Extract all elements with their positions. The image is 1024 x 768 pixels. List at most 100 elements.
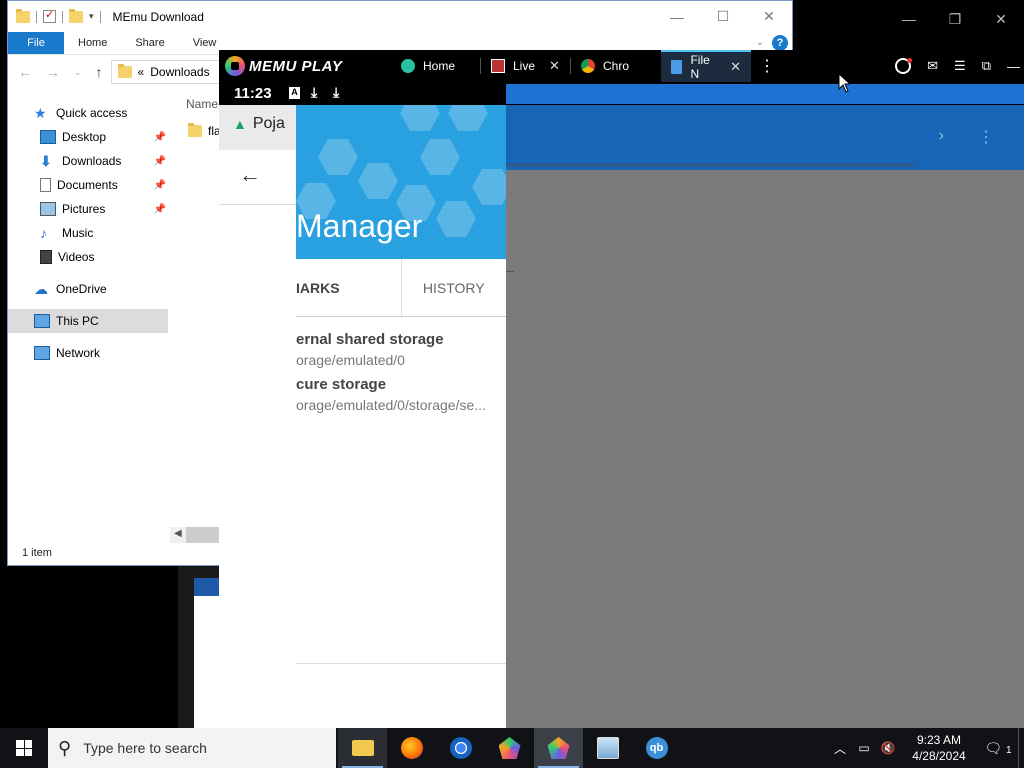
notification-center[interactable]: 🗨 1	[978, 740, 1018, 757]
forward-arrow-icon[interactable]: →	[46, 64, 60, 80]
close-tab-icon[interactable]: ✕	[730, 59, 741, 75]
nav-label: Documents	[57, 178, 118, 192]
tab-label: Chro	[603, 59, 630, 73]
nav-onedrive[interactable]: ☁ OneDrive	[8, 277, 168, 301]
tab-share[interactable]: Share	[121, 32, 178, 54]
tab-file-manager[interactable]: File N ✕	[661, 50, 751, 82]
scroll-left-icon[interactable]: ◀	[174, 528, 182, 539]
taskbar-memu-multi[interactable]	[485, 728, 534, 768]
pin-icon: 📌	[153, 179, 166, 191]
nav-this-pc[interactable]: This PC	[8, 309, 168, 333]
storage-name: cure storage	[296, 376, 387, 393]
restore-icon[interactable]: ❐	[932, 0, 978, 38]
chevron-right-icon[interactable]: ›	[939, 127, 944, 145]
taskbar-chrome[interactable]	[436, 728, 485, 768]
horizontal-scrollbar[interactable]: ◀	[170, 527, 220, 543]
help-icon[interactable]: ?	[772, 35, 788, 51]
nav-label: This PC	[56, 314, 99, 328]
mail-icon[interactable]: ✉	[927, 58, 938, 74]
notification-icon: 🗨	[984, 739, 1003, 756]
taskbar-qbittorrent[interactable]: qb	[632, 728, 681, 768]
close-tab-icon[interactable]: ✕	[549, 58, 560, 74]
account-icon[interactable]	[895, 58, 913, 74]
tab-file[interactable]: File	[8, 32, 64, 54]
back-arrow-icon[interactable]: ←	[18, 64, 32, 80]
more-options-icon[interactable]: ⋮	[751, 56, 783, 76]
nav-videos[interactable]: Videos	[8, 245, 168, 269]
nav-label: Pictures	[62, 202, 106, 216]
image-viewer-icon	[596, 737, 619, 759]
storage-item[interactable]: ernal shared storage orage/emulated/0	[296, 331, 506, 368]
close-button[interactable]: ✕	[746, 1, 792, 32]
close-icon[interactable]: ✕	[978, 0, 1024, 38]
storage-item[interactable]: cure storage orage/emulated/0/storage/se…	[296, 376, 506, 413]
nav-label: Desktop	[62, 130, 107, 144]
navigation-pane: ★ Quick access Desktop 📌 ⬇ Downloads 📌 D…	[8, 101, 168, 365]
nav-network[interactable]: Network	[8, 341, 168, 365]
tab-history[interactable]: HISTORY	[402, 259, 507, 316]
star-icon: ★	[34, 105, 47, 121]
drawer-header: Manager	[296, 105, 506, 259]
screen-icon[interactable]: ⧉	[982, 58, 991, 74]
taskbar-photos[interactable]	[583, 728, 632, 768]
nav-downloads[interactable]: ⬇ Downloads 📌	[8, 149, 168, 173]
memu-logo: MEMU PLAY	[219, 56, 391, 76]
chrome-tab[interactable]: ▲ Poja	[233, 115, 285, 133]
memu-icon	[547, 737, 570, 759]
tab-home[interactable]: Home	[391, 50, 481, 82]
new-folder-icon[interactable]	[69, 8, 83, 23]
chevron-up-icon[interactable]: ︿	[828, 740, 852, 757]
taskbar-file-explorer[interactable]	[338, 728, 387, 768]
show-desktop-button[interactable]	[1018, 728, 1024, 768]
minimize-icon[interactable]: —	[886, 0, 932, 38]
minimize-button[interactable]: —	[654, 1, 700, 32]
status-time: 11:23	[234, 85, 272, 102]
start-button[interactable]	[0, 728, 48, 768]
file-item[interactable]: fla	[188, 123, 221, 138]
tab-label: File N	[690, 53, 710, 81]
up-arrow-icon[interactable]: ↑	[96, 64, 103, 80]
more-vert-icon[interactable]: ⋮	[978, 127, 994, 147]
memu-play-window: MEMU PLAY Home Live ✕ Chro File N ✕ ⋮ ✉ …	[219, 50, 1024, 730]
taskbar-search[interactable]: ⚲ Type here to search	[48, 728, 336, 768]
chrome-tab-label: Poja	[252, 115, 285, 132]
clock-time: 9:23 AM	[916, 733, 962, 747]
quick-access-dropdown-icon[interactable]: ▾	[89, 11, 94, 22]
nav-quick-access[interactable]: ★ Quick access	[8, 101, 168, 125]
nav-desktop[interactable]: Desktop 📌	[8, 125, 168, 149]
clock[interactable]: 9:23 AM 4/28/2024	[900, 732, 978, 764]
tab-chrome[interactable]: Chro	[571, 50, 661, 82]
tab-bookmarks[interactable]: IARKS	[296, 259, 402, 316]
drawer-tabs: IARKS HISTORY	[296, 259, 506, 317]
minimize-icon[interactable]: —	[1007, 59, 1020, 74]
address-input[interactable]: « Downloads	[110, 60, 221, 84]
properties-icon[interactable]	[43, 8, 56, 23]
tab-live[interactable]: Live ✕	[481, 50, 571, 82]
taskbar-memu[interactable]	[534, 728, 583, 768]
taskbar: ⚲ Type here to search qb ︿ ▭ 🔇 9:23 AM 4…	[0, 728, 1024, 768]
document-icon	[40, 178, 51, 192]
volume-muted-icon[interactable]: 🔇	[876, 741, 900, 755]
recent-dropdown-icon[interactable]: ⌄	[74, 67, 82, 78]
column-header-name[interactable]: Name	[186, 97, 218, 111]
chrome-tab-strip: ▲ Poja	[219, 105, 299, 150]
drawer-title: Manager	[296, 208, 423, 244]
search-icon: ⚲	[58, 737, 72, 758]
nav-documents[interactable]: Documents 📌	[8, 173, 168, 197]
drawer-divider	[296, 663, 506, 664]
back-arrow-icon[interactable]: ←	[239, 162, 261, 188]
scrim-overlay[interactable]	[506, 170, 1024, 730]
maximize-button[interactable]: ☐	[700, 1, 746, 32]
nav-music[interactable]: ♪ Music	[8, 221, 168, 245]
separator	[99, 10, 101, 23]
chevron-down-icon[interactable]: ⌄	[756, 37, 764, 48]
nav-pictures[interactable]: Pictures 📌	[8, 197, 168, 221]
scrollbar-thumb[interactable]	[186, 527, 220, 543]
nav-label: Videos	[58, 250, 95, 264]
network-icon[interactable]: ▭	[852, 741, 876, 755]
memu-multi-icon	[498, 737, 521, 759]
system-tray: ︿ ▭ 🔇 9:23 AM 4/28/2024 🗨 1	[828, 728, 1024, 768]
tab-home[interactable]: Home	[64, 32, 121, 54]
menu-icon[interactable]: ☰	[954, 58, 966, 74]
taskbar-firefox[interactable]	[387, 728, 436, 768]
